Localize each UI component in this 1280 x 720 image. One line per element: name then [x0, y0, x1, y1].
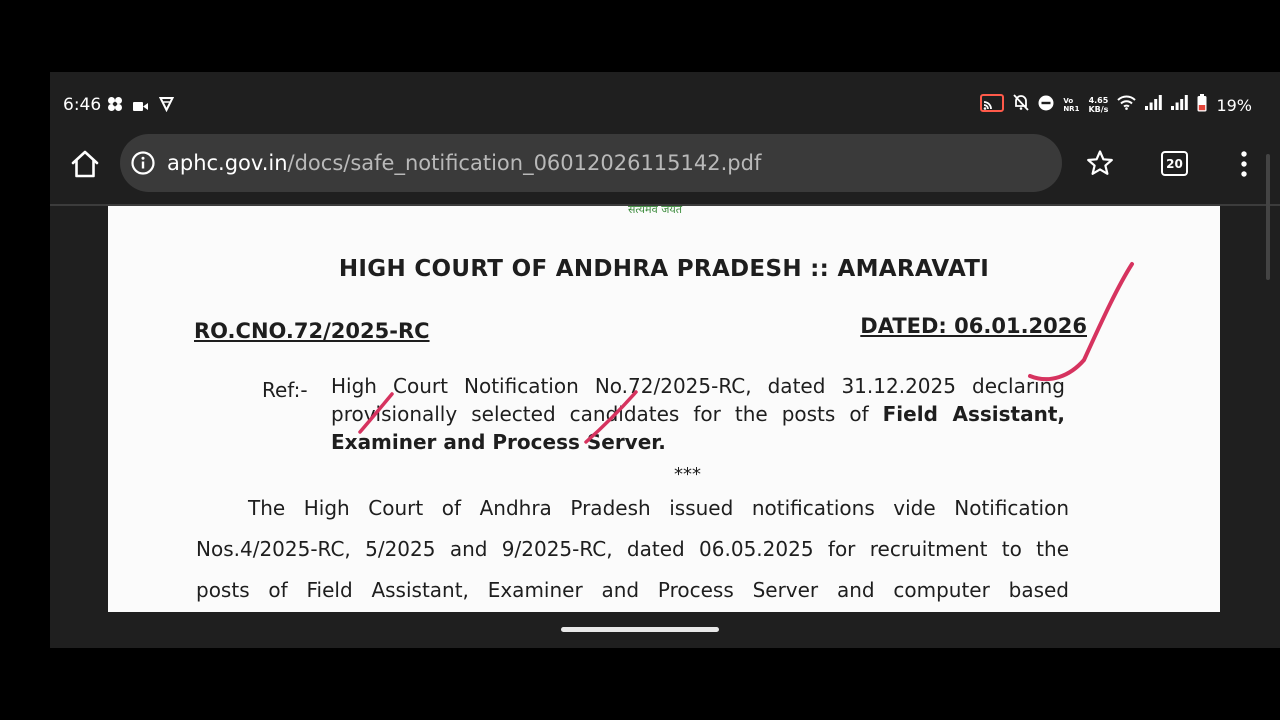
- wifi-icon: [1117, 95, 1137, 115]
- network-speed: 4.65 KB/s: [1088, 96, 1108, 114]
- body-line-3: posts of Field Assistant, Examiner and P…: [196, 578, 1069, 602]
- video-camera-icon: [133, 99, 149, 117]
- address-bar[interactable]: aphc.gov.in/docs/safe_notification_06012…: [120, 134, 1062, 192]
- body-line-1: The High Court of Andhra Pradesh issued …: [248, 496, 1069, 520]
- battery-icon: [1197, 93, 1207, 117]
- status-bar: 6:46 Vo NR1 4.65 KB/s 19%: [50, 72, 1280, 134]
- volte-indicator: Vo NR1: [1063, 97, 1079, 113]
- section-separator: ***: [674, 464, 701, 485]
- pdf-page: सत्यमेव जयते HIGH COURT OF ANDHRA PRADES…: [108, 206, 1220, 612]
- emblem-caption: सत्यमेव जयते: [628, 206, 683, 216]
- signal-1-icon: [1145, 95, 1163, 115]
- volte-bottom-label: NR1: [1063, 105, 1080, 113]
- status-time: 6:46: [63, 95, 102, 115]
- url-domain: aphc.gov.in: [167, 151, 288, 175]
- network-speed-unit: KB/s: [1088, 105, 1109, 114]
- star-icon: [1087, 150, 1113, 175]
- volte-top-label: Vo: [1063, 97, 1074, 105]
- browser-toolbar: aphc.gov.in/docs/safe_notification_06012…: [50, 134, 1280, 204]
- battery-percent: 19%: [1216, 95, 1252, 115]
- mute-bell-icon: [1013, 94, 1029, 116]
- url-text[interactable]: aphc.gov.in/docs/safe_notification_06012…: [167, 151, 761, 175]
- menu-button[interactable]: [1236, 150, 1252, 183]
- tab-switcher-button[interactable]: 20: [1161, 151, 1188, 176]
- body-line-2: Nos.4/2025-RC, 5/2025 and 9/2025-RC, dat…: [196, 537, 1069, 561]
- cast-icon: [980, 93, 1005, 117]
- more-vert-icon: [1241, 151, 1247, 177]
- do-not-disturb-icon: [1038, 95, 1054, 116]
- pinwheel-icon: [107, 96, 123, 117]
- signal-2-icon: [1171, 95, 1189, 115]
- reference-line-2-bold: Field Assistant,: [882, 402, 1065, 426]
- status-icons: Vo NR1 4.65 KB/s 19%: [980, 92, 1252, 118]
- url-path: /docs/safe_notification_06012026115142.p…: [287, 151, 762, 175]
- document-date: DATED: 06.01.2026: [860, 314, 1087, 338]
- home-button[interactable]: [70, 149, 100, 179]
- reference-line-3: Examiner and Process Server.: [331, 430, 666, 454]
- vpn-shield-icon: [158, 96, 175, 117]
- document-title: HIGH COURT OF ANDHRA PRADESH :: AMARAVAT…: [338, 256, 990, 282]
- reference-line-2-text: provisionally selected candidates for th…: [331, 402, 869, 426]
- reference-line-2: provisionally selected candidates for th…: [331, 402, 1065, 426]
- home-icon: [71, 150, 99, 178]
- site-info-icon[interactable]: [131, 151, 155, 180]
- reference-label: Ref:-: [262, 378, 308, 402]
- bookmark-button[interactable]: [1086, 149, 1114, 182]
- gesture-handle[interactable]: [561, 627, 719, 632]
- scrollbar[interactable]: [1266, 154, 1270, 280]
- reference-line-1: High Court Notification No.72/2025-RC, d…: [331, 374, 1065, 398]
- phone-screen: 6:46 Vo NR1 4.65 KB/s 19% aphc.gov.in/do…: [50, 72, 1280, 648]
- network-speed-value: 4.65: [1088, 96, 1109, 105]
- rc-number: RO.CNO.72/2025-RC: [194, 319, 430, 343]
